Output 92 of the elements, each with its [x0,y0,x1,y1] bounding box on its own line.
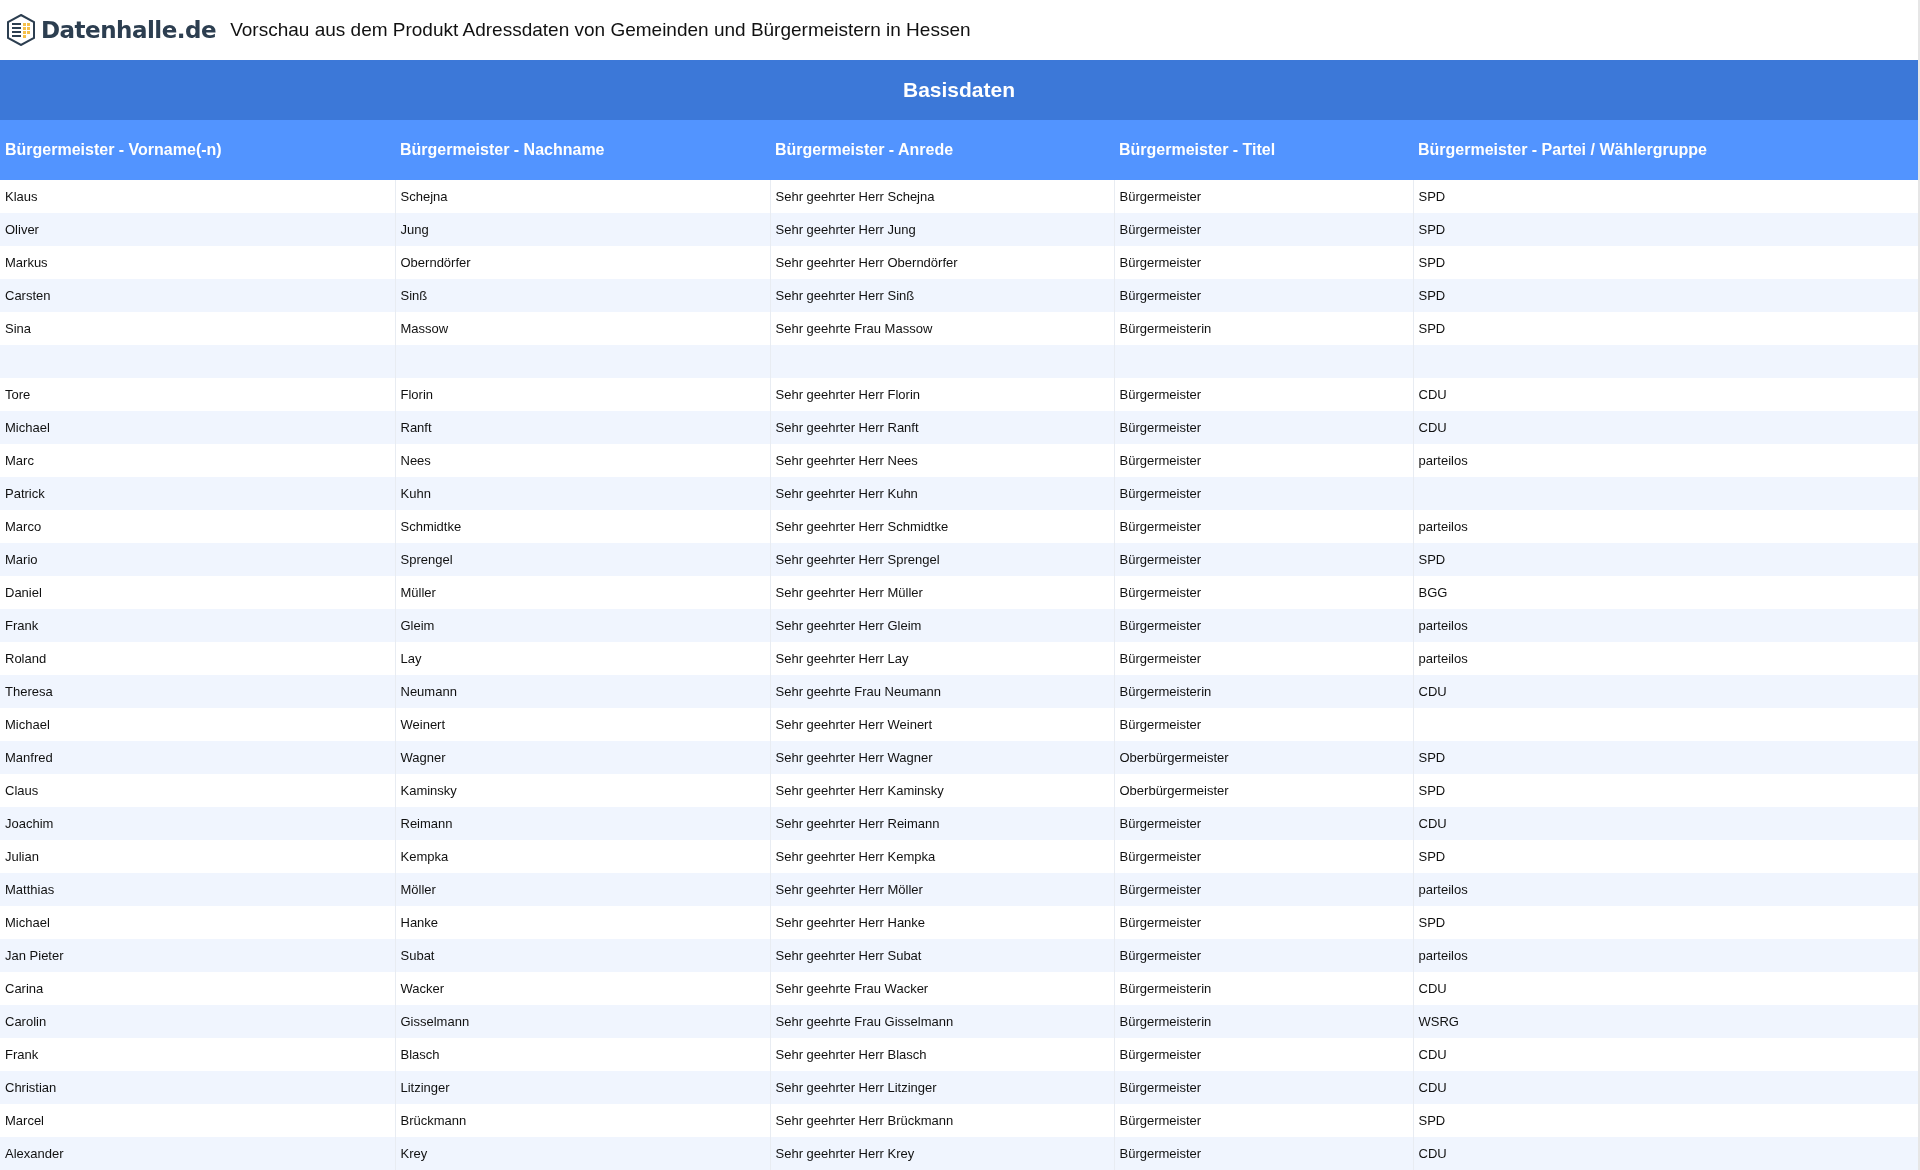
table-cell: Gisselmann [395,1005,770,1038]
table-cell: Sehr geehrte Frau Neumann [770,675,1114,708]
table-cell: Oberbürgermeister [1114,741,1413,774]
table-cell: Carina [0,972,395,1005]
table-cell: Bürgermeisterin [1114,1005,1413,1038]
table-cell: Sprengel [395,543,770,576]
table-cell: Bürgermeister [1114,411,1413,444]
table-cell: Bürgermeister [1114,807,1413,840]
table-cell: Jan Pieter [0,939,395,972]
table-cell: WSRG [1413,1005,1918,1038]
table-cell: Michael [0,708,395,741]
table-cell: Gleim [395,609,770,642]
table-cell: Ranft [395,411,770,444]
section-header: Basisdaten [0,60,1918,120]
logo[interactable]: Datenhalle.de [5,14,217,46]
table-cell: Theresa [0,675,395,708]
page-title: Vorschau aus dem Produkt Adressdaten von Gemeinden und Bürgermeistern in Hessen [230,19,971,41]
table-cell: Bürgermeister [1114,213,1413,246]
column-header: Bürgermeister - Vorname(-n) [0,120,395,180]
table-cell: Roland [0,642,395,675]
table-cell: Sehr geehrter Herr Wagner [770,741,1114,774]
table-cell: Sehr geehrter Herr Gleim [770,609,1114,642]
table-cell: Litzinger [395,1071,770,1104]
table-cell: SPD [1413,543,1918,576]
table-cell: Sehr geehrter Herr Möller [770,873,1114,906]
table-cell: Michael [0,411,395,444]
table-cell: Sehr geehrter Herr Ranft [770,411,1114,444]
table-cell: Sinß [395,279,770,312]
table-cell: Patrick [0,477,395,510]
table-cell: CDU [1413,675,1918,708]
table-cell: Bürgermeister [1114,609,1413,642]
table-cell: Frank [0,609,395,642]
table-cell: Michael [0,906,395,939]
table-cell: Sehr geehrter Herr Litzinger [770,1071,1114,1104]
table-cell: Matthias [0,873,395,906]
column-header: Bürgermeister - Nachname [395,120,770,180]
table-cell: Carolin [0,1005,395,1038]
table-cell: Bürgermeister [1114,279,1413,312]
table-cell: CDU [1413,1137,1918,1170]
table-cell: Sehr geehrte Frau Gisselmann [770,1005,1114,1038]
table-cell: Claus [0,774,395,807]
table-cell: Marco [0,510,395,543]
table-cell: Wagner [395,741,770,774]
table-cell: Tore [0,378,395,411]
table-cell: Bürgermeisterin [1114,675,1413,708]
table-cell: Manfred [0,741,395,774]
column-header: Bürgermeister - Titel [1114,120,1413,180]
table-cell: Klaus [0,180,395,213]
table-cell: Frank [0,1038,395,1071]
table-cell: Julian [0,840,395,873]
table-cell: SPD [1413,213,1918,246]
table-cell: SPD [1413,741,1918,774]
table-cell: parteilos [1413,873,1918,906]
table-cell: Sehr geehrter Herr Sprengel [770,543,1114,576]
column-header: Bürgermeister - Anrede [770,120,1114,180]
table-cell: CDU [1413,1071,1918,1104]
server-logo-icon [5,14,37,46]
table-cell: Christian [0,1071,395,1104]
table-cell: Bürgermeister [1114,543,1413,576]
table-cell: SPD [1413,279,1918,312]
table-cell: CDU [1413,807,1918,840]
table-cell: Marc [0,444,395,477]
table-cell: Daniel [0,576,395,609]
table-cell: parteilos [1413,609,1918,642]
table-cell: Sehr geehrter Herr Jung [770,213,1114,246]
column-header: Bürgermeister - Partei / Wählergruppe [1413,120,1918,180]
table-cell: Möller [395,873,770,906]
table-cell: Krey [395,1137,770,1170]
table-cell: Mario [0,543,395,576]
table-cell: Bürgermeister [1114,1137,1413,1170]
table-cell: Sina [0,312,395,345]
table-cell: Bürgermeister [1114,873,1413,906]
table-cell: Reimann [395,807,770,840]
table-cell: Sehr geehrter Herr Sinß [770,279,1114,312]
table-cell: CDU [1413,411,1918,444]
table-cell: Sehr geehrter Herr Kuhn [770,477,1114,510]
table-cell: Bürgermeister [1114,477,1413,510]
table-cell: parteilos [1413,939,1918,972]
table-cell: Jung [395,213,770,246]
table-cell: Marcel [0,1104,395,1137]
table-cell: Markus [0,246,395,279]
table-cell: Bürgermeister [1114,1071,1413,1104]
logo-text: Datenhalle.de [41,17,217,43]
table-cell: Sehr geehrter Herr Krey [770,1137,1114,1170]
table-cell: Sehr geehrter Herr Reimann [770,807,1114,840]
table-cell: Neumann [395,675,770,708]
table-cell: Bürgermeister [1114,939,1413,972]
table-cell: Alexander [0,1137,395,1170]
table-cell: Kuhn [395,477,770,510]
table-cell: Subat [395,939,770,972]
table-cell: Sehr geehrter Herr Subat [770,939,1114,972]
table-cell: Joachim [0,807,395,840]
